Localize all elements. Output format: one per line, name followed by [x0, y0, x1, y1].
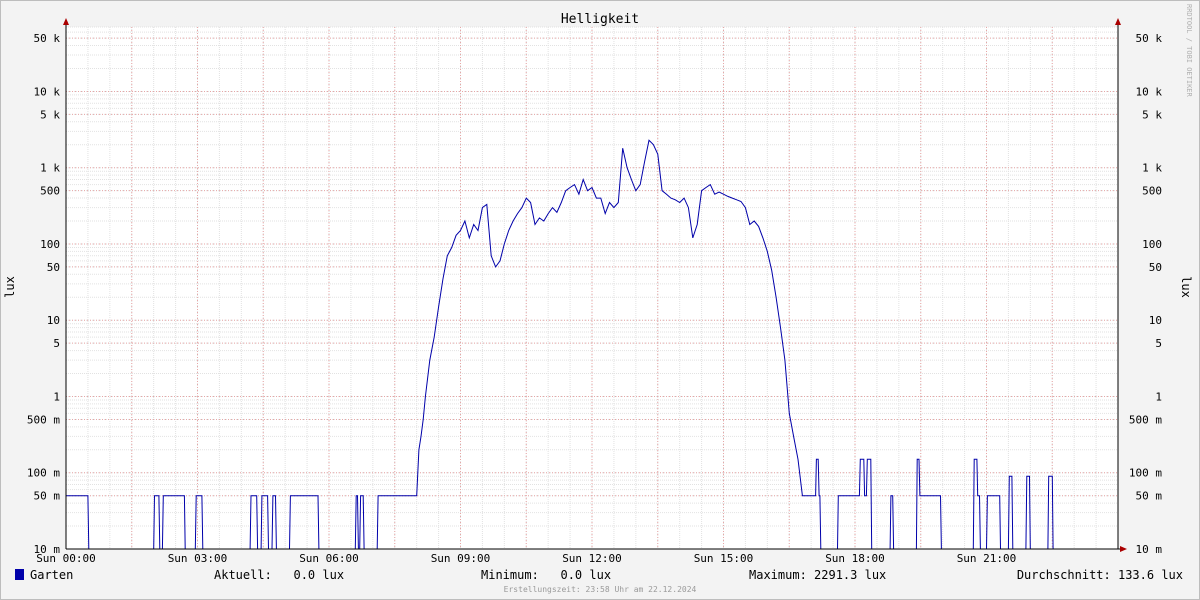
y-tick-label: 100: [1142, 238, 1162, 251]
legend-aktuell: Aktuell: 0.0 lux: [214, 568, 344, 582]
x-tick-label: Sun 12:00: [562, 552, 622, 565]
x-tick-label: Sun 06:00: [299, 552, 359, 565]
x-tick-label: Sun 09:00: [431, 552, 491, 565]
y-tick-label: 50 k: [1136, 32, 1163, 45]
y-tick-label: 1 k: [40, 162, 60, 175]
y-axis-label-right: lux: [1179, 276, 1193, 298]
legend-series-name: Garten: [30, 568, 73, 582]
y-tick-label: 5 k: [1142, 108, 1162, 121]
y-tick-label: 500 m: [27, 413, 60, 426]
y-tick-label: 10: [47, 314, 60, 327]
legend-swatch: [15, 569, 24, 580]
y-tick-label: 10 m: [1136, 543, 1163, 556]
brightness-chart: 50 k 50 k 10 k 10 k 5 k 5 k 1 k 1 k 500 500 100 100…: [0, 0, 1200, 600]
y-tick-label: 1 k: [1142, 162, 1162, 175]
y-tick-label: 500 m: [1129, 413, 1162, 426]
y-tick-label: 50: [1149, 261, 1162, 274]
legend-maximum: Maximum: 2291.3 lux: [749, 568, 886, 582]
y-tick-label: 5: [53, 337, 60, 350]
y-tick-label: 1: [1155, 390, 1162, 403]
y-tick-label: 50 m: [34, 490, 61, 503]
x-tick-label: Sun 18:00: [825, 552, 885, 565]
y-axis-label-left: lux: [3, 276, 17, 298]
y-tick-label: 100 m: [1129, 467, 1162, 480]
y-tick-label: 50 k: [34, 32, 61, 45]
y-tick-label: 50: [47, 261, 60, 274]
y-tick-label: 100 m: [27, 467, 60, 480]
y-tick-label: 100: [40, 238, 60, 251]
chart-title: Helligkeit: [561, 12, 639, 27]
y-tick-label: 10: [1149, 314, 1162, 327]
legend-minimum: Minimum: 0.0 lux: [481, 568, 611, 582]
footer-timestamp: Erstellungszeit: 23:58 Uhr am 22.12.2024: [504, 585, 697, 594]
y-tick-label: 50 m: [1136, 490, 1163, 503]
x-tick-label: Sun 15:00: [694, 552, 754, 565]
y-tick-label: 10 k: [34, 85, 61, 98]
y-tick-label: 10 k: [1136, 85, 1163, 98]
y-tick-label: 500: [1142, 185, 1162, 198]
y-tick-label: 1: [53, 390, 60, 403]
y-tick-label: 500: [40, 185, 60, 198]
x-tick-label: Sun 03:00: [168, 552, 228, 565]
legend-durchschnitt: Durchschnitt: 133.6 lux: [1017, 568, 1183, 582]
y-tick-label: 5 k: [40, 108, 60, 121]
rrdtool-watermark: RRDTOOL / TOBI OETIKER: [1185, 4, 1193, 98]
x-tick-label: Sun 00:00: [36, 552, 96, 565]
x-tick-label: Sun 21:00: [957, 552, 1017, 565]
y-tick-label: 5: [1155, 337, 1162, 350]
